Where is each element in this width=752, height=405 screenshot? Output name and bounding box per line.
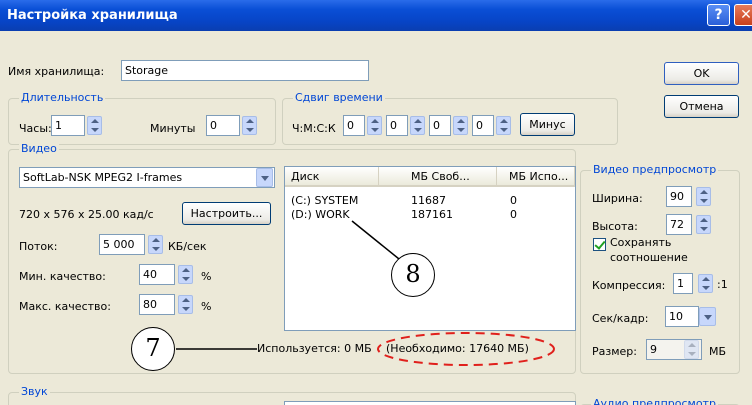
required-space-highlight — [377, 332, 555, 366]
storage-settings-dialog: Настройка хранилища ? ✕ Имя хранилища: S… — [0, 0, 752, 405]
callout-8: 8 — [391, 253, 435, 297]
callout-8-leader — [351, 220, 405, 264]
annotation-overlay — [176, 220, 555, 366]
callout-7: 7 — [131, 327, 175, 371]
